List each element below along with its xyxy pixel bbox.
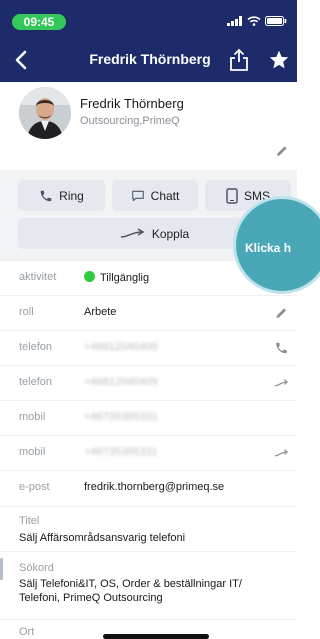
transfer-button-label: Koppla — [151, 226, 190, 241]
detail-label: mobil — [19, 446, 46, 458]
availability-status: Tillgänglig — [84, 271, 149, 284]
call-button[interactable]: Ring — [18, 180, 105, 211]
home-indicator[interactable] — [103, 634, 209, 639]
detail-row-phone[interactable]: telefon +46812040409 — [0, 330, 297, 364]
available-status-dot — [84, 271, 95, 282]
detail-label: mobil — [19, 411, 46, 423]
profile-organization: Outsourcing,PrimeQ — [80, 115, 180, 127]
detail-label: e-post — [19, 481, 50, 493]
edit-pencil-icon[interactable] — [274, 306, 289, 320]
page-title: Fredrik Thörnberg — [89, 51, 211, 67]
detail-row-mobile[interactable]: mobil +46735395331 — [0, 435, 297, 469]
keywords-section: Sökord Sälj Telefoni&IT, OS, Order & bes… — [0, 551, 297, 619]
detail-value: Arbete — [84, 306, 117, 318]
detail-label: telefon — [19, 341, 53, 353]
avatar-photo — [19, 87, 71, 139]
detail-row-phone[interactable]: telefon +46812040409 — [0, 365, 297, 399]
favorite-star-icon[interactable] — [268, 49, 290, 71]
title-label: Titel — [19, 515, 40, 527]
title-value: Sälj Affärsområdsansvarig telefoni — [19, 532, 186, 544]
navigation-bar: Fredrik Thörnberg — [0, 38, 297, 82]
phone-icon — [40, 190, 52, 201]
call-button-label: Ring — [59, 188, 84, 203]
wifi-icon — [247, 16, 261, 26]
signal-icon — [227, 16, 242, 26]
mobile-number[interactable]: +46735395331 — [84, 446, 158, 458]
email-address[interactable]: fredrik.thornberg@primeq.se — [84, 481, 224, 493]
chat-bubble-icon — [131, 190, 144, 201]
availability-text: Tillgänglig — [100, 272, 150, 284]
detail-label: aktivitet — [19, 271, 57, 283]
detail-row-mobile[interactable]: mobil +46735395331 — [0, 400, 297, 434]
status-time: 09:45 — [12, 14, 66, 30]
mobile-number[interactable]: +46735395331 — [84, 411, 158, 423]
chat-button-label: Chatt — [150, 188, 180, 203]
tutorial-hint-bubble[interactable]: Klicka h — [233, 196, 320, 294]
phone-icon[interactable] — [274, 341, 289, 355]
share-icon[interactable] — [228, 48, 250, 72]
transfer-arrow-icon — [120, 227, 145, 238]
edit-pencil-icon[interactable] — [275, 144, 289, 158]
phone-number[interactable]: +46812040409 — [84, 376, 158, 388]
keywords-label: Sökord — [19, 562, 54, 574]
battery-icon — [265, 16, 287, 26]
status-icons — [227, 16, 287, 26]
detail-row-email[interactable]: e-post fredrik.thornberg@primeq.se — [0, 470, 297, 504]
detail-label: telefon — [19, 376, 53, 388]
title-section: Titel Sälj Affärsområdsansvarig telefoni — [0, 506, 297, 550]
detail-row-role: roll Arbete — [0, 295, 297, 329]
status-bar: 09:45 — [0, 0, 297, 38]
chat-button[interactable]: Chatt — [112, 180, 198, 211]
transfer-arrow-icon[interactable] — [274, 376, 289, 390]
scroll-indicator[interactable] — [0, 558, 3, 580]
tutorial-hint-text: Klicka h — [245, 241, 292, 255]
location-label: Ort — [19, 626, 35, 638]
back-chevron-icon[interactable] — [10, 48, 34, 72]
mobile-phone-icon — [226, 187, 238, 204]
phone-number[interactable]: +46812040409 — [84, 341, 158, 353]
profile-header: Fredrik Thörnberg Outsourcing,PrimeQ — [0, 82, 297, 170]
profile-name: Fredrik Thörnberg — [80, 96, 184, 111]
detail-label: roll — [19, 306, 34, 318]
transfer-arrow-icon[interactable] — [274, 446, 289, 460]
keywords-value: Sälj Telefoni&IT, OS, Order & beställnin… — [19, 578, 242, 604]
avatar — [19, 87, 71, 139]
